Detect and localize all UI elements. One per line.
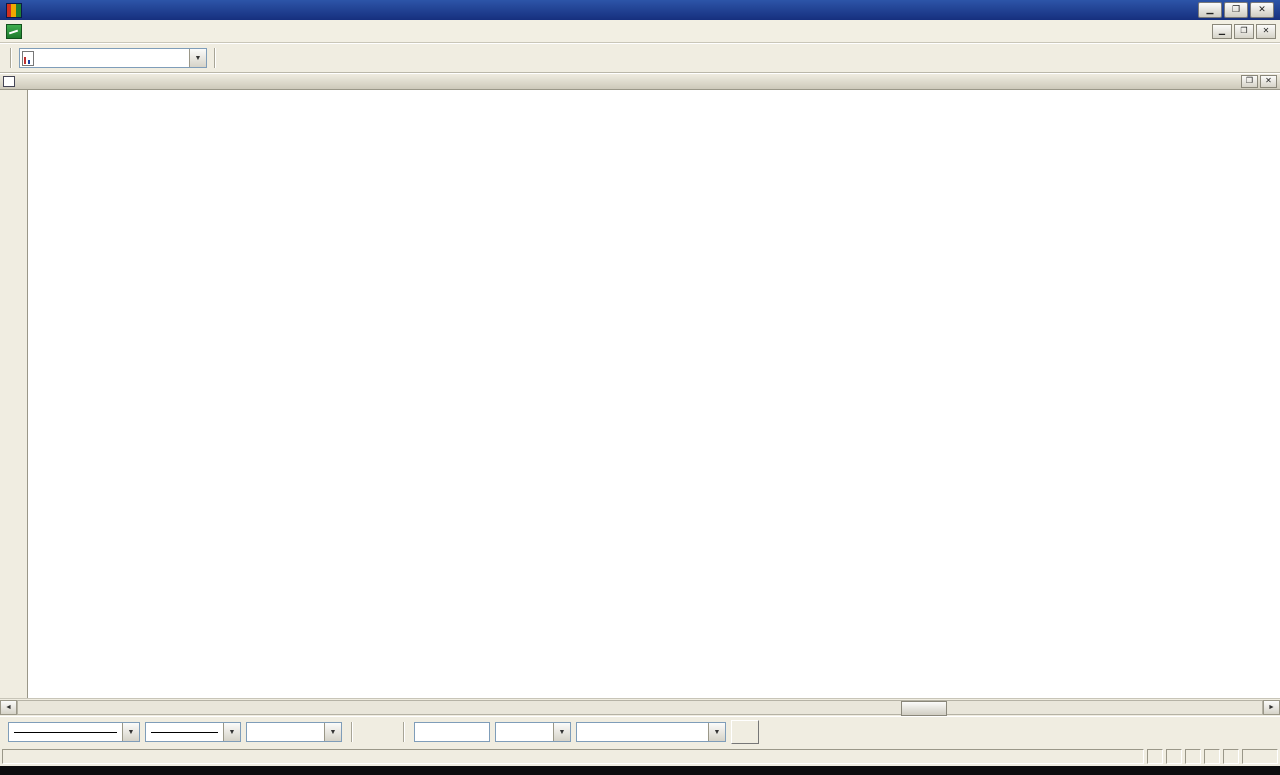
chart-window-icon[interactable] bbox=[3, 76, 15, 87]
close-button[interactable]: ✕ bbox=[1250, 2, 1274, 18]
period-dropdown-icon[interactable]: ▼ bbox=[553, 723, 570, 741]
chart-canvas[interactable] bbox=[28, 90, 1280, 679]
chart-document-icon[interactable] bbox=[6, 24, 22, 39]
hscroll-left-arrow[interactable]: ◄ bbox=[0, 700, 17, 715]
line-style-dropdown-icon[interactable]: ▼ bbox=[122, 723, 139, 741]
status-grip bbox=[1242, 749, 1278, 764]
chart-window-titlebar: ❐ ✕ bbox=[0, 73, 1280, 90]
drawing-tools-toolbar bbox=[0, 90, 28, 698]
menu-bar: ▁ ❐ ✕ bbox=[0, 20, 1280, 43]
vendor-dropdown-icon[interactable]: ▼ bbox=[708, 723, 725, 741]
chart-restore-button[interactable]: ❐ bbox=[1241, 75, 1258, 88]
quicklist-icon bbox=[22, 51, 34, 66]
symbol-field[interactable] bbox=[414, 722, 490, 742]
title-bar: ▁ ❐ ✕ bbox=[0, 0, 1280, 20]
status-clock bbox=[1204, 749, 1220, 764]
hscroll-thumb[interactable] bbox=[901, 701, 947, 716]
child-restore-button[interactable]: ❐ bbox=[1234, 24, 1254, 39]
status-date bbox=[1147, 749, 1163, 764]
windows-taskbar[interactable] bbox=[0, 766, 1280, 775]
app-icon bbox=[6, 3, 22, 18]
indicator-quicklist-combo[interactable]: ▼ bbox=[19, 48, 207, 68]
color-picker-combo[interactable]: ▼ bbox=[246, 722, 342, 742]
metastock-window: ▁ ❐ ✕ ▁ ❐ ✕ ▼ ❐ ✕ bbox=[0, 0, 1280, 768]
line-weight-dropdown-icon[interactable]: ▼ bbox=[223, 723, 240, 741]
status-help-text bbox=[2, 749, 1144, 764]
status-time bbox=[1166, 749, 1182, 764]
hscroll-track[interactable] bbox=[17, 700, 1263, 715]
bottom-toolbar: ▼ ▼ ▼ ▼ ▼ bbox=[0, 716, 1280, 747]
status-bar bbox=[0, 747, 1280, 766]
line-weight-combo[interactable]: ▼ bbox=[145, 722, 241, 742]
color-dropdown-icon[interactable]: ▼ bbox=[324, 723, 341, 741]
hscroll-right-arrow[interactable]: ► bbox=[1263, 700, 1280, 715]
child-minimize-button[interactable]: ▁ bbox=[1212, 24, 1232, 39]
line-style-sample bbox=[14, 732, 117, 733]
line-style-combo[interactable]: ▼ bbox=[8, 722, 140, 742]
line-weight-sample bbox=[151, 732, 218, 733]
child-close-button[interactable]: ✕ bbox=[1256, 24, 1276, 39]
child-window-controls: ▁ ❐ ✕ bbox=[1212, 24, 1276, 39]
status-datalink-indicator bbox=[1223, 749, 1239, 764]
period-combo[interactable]: ▼ bbox=[495, 722, 571, 742]
vendor-combo[interactable]: ▼ bbox=[576, 722, 726, 742]
status-price bbox=[1185, 749, 1201, 764]
trade-button[interactable] bbox=[731, 720, 759, 744]
main-toolbar: ▼ bbox=[0, 43, 1280, 73]
scroll-row: ◄ ► bbox=[0, 698, 1280, 716]
combo-dropdown-icon[interactable]: ▼ bbox=[189, 49, 206, 67]
restore-button[interactable]: ❐ bbox=[1224, 2, 1248, 18]
chart-close-button[interactable]: ✕ bbox=[1260, 75, 1277, 88]
chart-window bbox=[28, 90, 1280, 698]
minimize-button[interactable]: ▁ bbox=[1198, 2, 1222, 18]
